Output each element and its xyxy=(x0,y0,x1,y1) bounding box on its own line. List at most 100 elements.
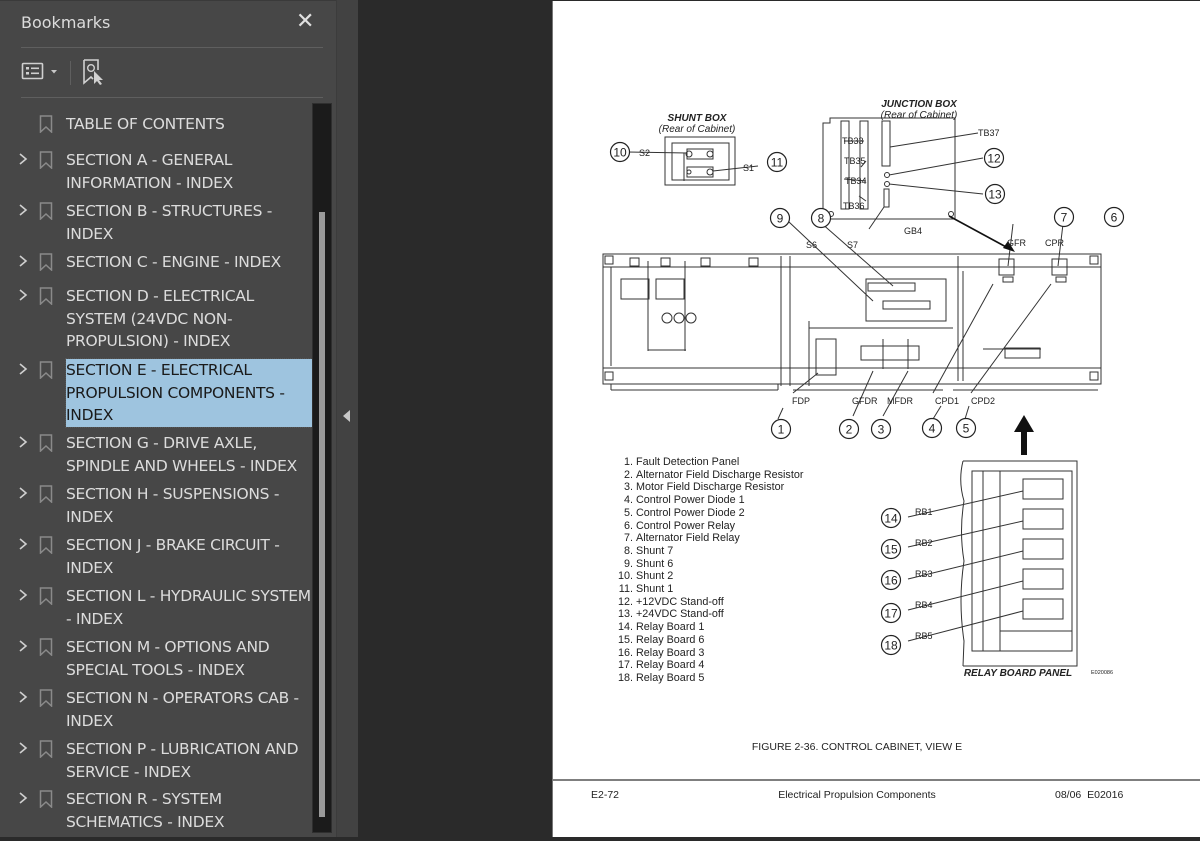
bookmark-icon xyxy=(39,202,53,221)
collapse-panel-icon[interactable] xyxy=(343,410,350,422)
chevron-right-icon[interactable] xyxy=(17,287,29,303)
legend-text: Shunt 2 xyxy=(636,570,674,583)
legend-text: Relay Board 4 xyxy=(636,659,705,672)
chevron-right-icon[interactable] xyxy=(17,638,29,654)
legend-item: 15. Relay Board 6 xyxy=(613,634,803,647)
legend-item: 14. Relay Board 1 xyxy=(613,621,803,634)
label-gb4: GB4 xyxy=(904,226,922,236)
shunt-box-title: SHUNT BOX xyxy=(668,113,728,124)
legend-text: Alternator Field Relay xyxy=(636,532,740,545)
bookmark-icon xyxy=(39,253,53,272)
chevron-right-icon[interactable] xyxy=(17,740,29,756)
callout-number: 6 xyxy=(1111,211,1118,225)
legend-item: 5. Control Power Diode 2 xyxy=(613,507,803,520)
callout-7: 7 xyxy=(1053,206,1075,228)
legend-number: 16. xyxy=(617,646,633,659)
chevron-right-icon[interactable] xyxy=(17,485,29,501)
legend-text: Control Power Relay xyxy=(636,519,736,532)
chevron-right-icon[interactable] xyxy=(17,536,29,552)
bookmark-icon xyxy=(39,689,53,708)
chevron-right-icon[interactable] xyxy=(17,689,29,705)
bookmark-icon xyxy=(39,434,53,453)
bookmark-label: SECTION R - SYSTEM SCHEMATICS - INDEX xyxy=(66,790,225,831)
arrow-up-icon xyxy=(1014,415,1034,432)
callout-14: 14 xyxy=(880,507,902,529)
legend-number: 9. xyxy=(623,557,633,570)
legend-item: 6. Control Power Relay xyxy=(613,520,803,533)
scrollbar[interactable] xyxy=(312,103,332,833)
label-tb37: TB37 xyxy=(978,128,1000,138)
chevron-right-icon[interactable] xyxy=(17,790,29,806)
legend-item: 9. Shunt 6 xyxy=(613,558,803,571)
legend-item: 12. +12VDC Stand-off xyxy=(613,596,803,609)
bookmark-label: SECTION C - ENGINE - INDEX xyxy=(66,253,282,271)
legend-item: 17. Relay Board 4 xyxy=(613,659,803,672)
legend-item: 10. Shunt 2 xyxy=(613,570,803,583)
bookmark-label: SECTION M - OPTIONS AND SPECIAL TOOLS - … xyxy=(66,638,270,679)
legend-number: 10. xyxy=(617,570,633,583)
legend-item: 7. Alternator Field Relay xyxy=(613,532,803,545)
label-rb4: RB4 xyxy=(915,600,933,610)
callout-3: 3 xyxy=(870,418,892,440)
legend-text: Relay Board 1 xyxy=(636,621,705,634)
junction-box-subtitle: (Rear of Cabinet) xyxy=(881,110,958,121)
label-s2: S2 xyxy=(639,148,650,158)
callout-10: 10 xyxy=(609,141,631,163)
callout-number: 17 xyxy=(884,607,898,621)
callout-number: 16 xyxy=(884,574,898,588)
legend-item: 3. Motor Field Discharge Resistor xyxy=(613,481,803,494)
legend-text: Shunt 6 xyxy=(636,557,674,570)
label-s1: S1 xyxy=(743,163,754,173)
bookmark-icon xyxy=(39,115,53,134)
label-fdp: FDP xyxy=(792,396,810,406)
panel-collapse-strip xyxy=(336,0,358,837)
bookmark-icon xyxy=(39,151,53,170)
legend-number: 3. xyxy=(623,481,633,494)
find-current-bookmark-icon[interactable] xyxy=(81,59,107,85)
chevron-right-icon[interactable] xyxy=(17,434,29,450)
relay-panel-title: RELAY BOARD PANEL xyxy=(964,668,1072,679)
legend-text: +24VDC Stand-off xyxy=(636,608,724,621)
document-page: SHUNT BOX (Rear of Cabinet) JUNCTION BOX… xyxy=(552,1,1200,837)
legend-item: 4. Control Power Diode 1 xyxy=(613,494,803,507)
legend-text: Motor Field Discharge Resistor xyxy=(636,481,785,494)
cabinet-outline xyxy=(602,253,1102,385)
callout-number: 8 xyxy=(818,212,825,226)
bookmark-icon xyxy=(39,587,53,606)
figure-legend: 1. Fault Detection Panel 2. Alternator Fiel… xyxy=(613,456,803,685)
close-icon[interactable]: ✕ xyxy=(296,9,314,35)
callout-number: 12 xyxy=(987,152,1001,166)
label-tb35: TB35 xyxy=(844,156,866,166)
callout-12: 12 xyxy=(983,147,1005,169)
list-options-icon[interactable] xyxy=(21,59,59,85)
legend-text: Relay Board 6 xyxy=(636,633,705,646)
shunt-box-outline xyxy=(664,136,736,186)
bookmark-icon xyxy=(39,740,53,759)
divider xyxy=(21,47,323,48)
label-rb2: RB2 xyxy=(915,538,933,548)
callout-number: 14 xyxy=(884,512,898,526)
chevron-right-icon[interactable] xyxy=(17,253,29,269)
bookmark-icon xyxy=(39,790,53,809)
image-code: E020086 xyxy=(1091,670,1113,676)
bookmark-label: SECTION A - GENERAL INFORMATION - INDEX xyxy=(66,151,233,192)
chevron-right-icon[interactable] xyxy=(17,361,29,377)
legend-item: 18. Relay Board 5 xyxy=(613,672,803,685)
callout-number: 2 xyxy=(846,423,853,437)
chevron-right-icon[interactable] xyxy=(17,202,29,218)
callout-6: 6 xyxy=(1103,206,1125,228)
legend-text: Shunt 7 xyxy=(636,544,674,557)
legend-text: Control Power Diode 2 xyxy=(636,506,745,519)
chevron-right-icon[interactable] xyxy=(17,587,29,603)
callout-number: 3 xyxy=(878,423,885,437)
scrollbar-thumb[interactable] xyxy=(319,212,325,817)
label-rb1: RB1 xyxy=(915,507,933,517)
legend-text: +12VDC Stand-off xyxy=(636,595,724,608)
legend-item: 13. +24VDC Stand-off xyxy=(613,608,803,621)
legend-text: Relay Board 3 xyxy=(636,646,705,659)
legend-number: 14. xyxy=(617,621,633,634)
legend-item: 1. Fault Detection Panel xyxy=(613,456,803,469)
chevron-right-icon[interactable] xyxy=(17,151,29,167)
bookmark-label: SECTION B - STRUCTURES - INDEX xyxy=(66,202,273,243)
legend-number: 1. xyxy=(623,456,633,468)
